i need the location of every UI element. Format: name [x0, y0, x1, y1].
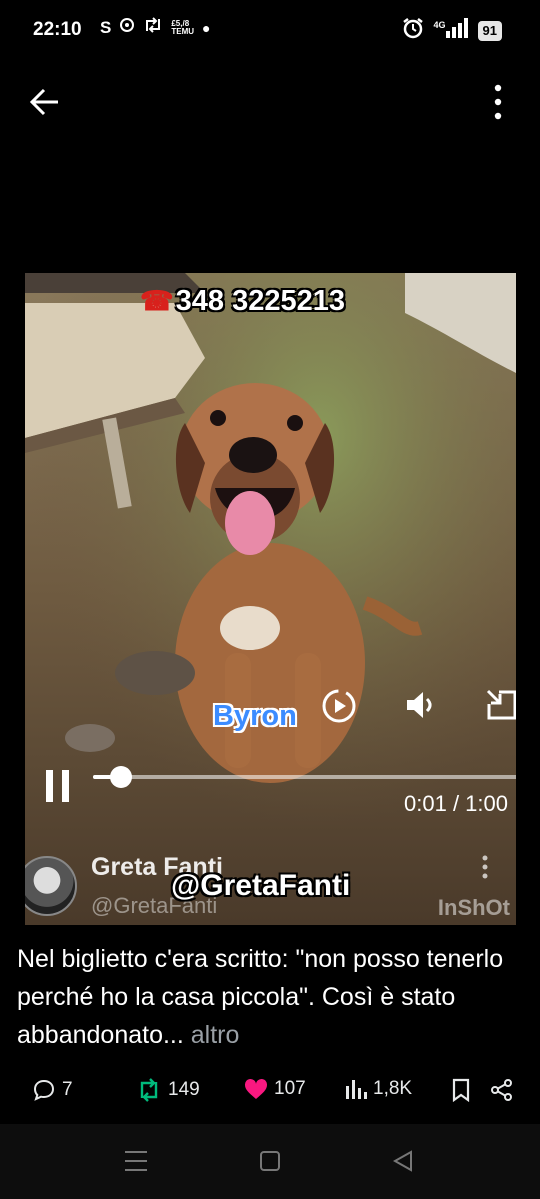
bookmark-button[interactable] [451, 1078, 471, 1102]
battery-indicator: 91 [477, 20, 502, 41]
volume-button[interactable] [403, 688, 437, 727]
post-caption: Nel biglietto c'era scritto: "non posso … [17, 940, 522, 1054]
status-right: 4G 91 [402, 17, 502, 44]
comment-icon [33, 1079, 55, 1101]
signal-icon [445, 18, 468, 43]
views-button[interactable]: 1,8K [345, 1078, 412, 1100]
reply-button[interactable]: 7 [32, 1078, 73, 1102]
more-options-button[interactable] [486, 84, 510, 120]
handle-overlay: @GretaFanti [171, 869, 351, 902]
repost-button[interactable]: 149 [136, 1078, 200, 1102]
replay-icon [322, 689, 356, 723]
action-bar: 7 149 107 1,8K [0, 1070, 540, 1114]
progress-knob[interactable] [109, 766, 132, 788]
repost-icon [140, 1078, 158, 1102]
home-button[interactable] [259, 1150, 281, 1177]
back-button[interactable] [28, 84, 68, 120]
video-player[interactable]: ☎ 348 3225213 Byron 0:01 / 1:00 Greta Fa… [25, 273, 516, 925]
dot-icon: ● [202, 19, 211, 36]
network-type: 4G [433, 19, 446, 30]
vertical-dots-icon [494, 84, 502, 120]
menu-lines-icon [125, 1151, 147, 1171]
picture-in-picture-button[interactable] [485, 688, 516, 727]
phone-number-text: 348 3225213 [175, 285, 345, 317]
video-more-button[interactable] [480, 855, 490, 879]
phone-overlay: ☎ 348 3225213 [140, 285, 345, 318]
status-notification-icons: S £5,/8 TEMU ● [100, 17, 210, 38]
share-icon [491, 1079, 512, 1101]
share-button[interactable] [490, 1078, 514, 1102]
reply-count: 7 [62, 1079, 73, 1100]
expand-icon [486, 689, 516, 720]
caption-text: Nel biglietto c'era scritto: "non posso … [17, 945, 504, 1049]
heart-icon [244, 1078, 268, 1099]
triangle-back-icon [392, 1150, 412, 1172]
square-icon [260, 1151, 280, 1171]
pause-icon [46, 770, 69, 802]
chat-bubble-icon [119, 17, 135, 38]
repost-count: 149 [168, 1079, 200, 1100]
dog-name-overlay: Byron [213, 700, 297, 732]
back-nav-button[interactable] [392, 1150, 414, 1177]
dog-video-frame [25, 273, 516, 925]
speaker-icon [407, 692, 432, 718]
show-more-link[interactable]: altro [184, 1021, 240, 1049]
replay-button[interactable] [321, 688, 357, 729]
temu-notification-text: £5,/8 TEMU [171, 18, 195, 36]
bookmark-icon [452, 1078, 470, 1102]
like-count: 107 [274, 1078, 306, 1099]
telephone-icon: ☎ [140, 286, 174, 316]
system-nav-bar [0, 1124, 540, 1199]
status-bar: 22:10 S £5,/8 TEMU ● 4G 91 [0, 0, 540, 62]
recent-apps-button[interactable] [124, 1150, 148, 1177]
retweet-icon [143, 17, 163, 38]
progress-bar[interactable] [93, 766, 516, 788]
vertical-dots-icon [482, 855, 488, 879]
view-count: 1,8K [373, 1078, 413, 1099]
status-time: 22:10 [33, 19, 82, 40]
bar-chart-icon [346, 1080, 367, 1099]
like-button[interactable]: 107 [244, 1078, 306, 1100]
time-readout: 0:01 / 1:00 [404, 791, 508, 816]
pause-button[interactable] [44, 770, 72, 802]
skype-icon: S [100, 17, 112, 37]
arrow-left-icon [29, 88, 58, 116]
alarm-icon [402, 17, 424, 44]
inshot-watermark: InShOt [437, 895, 510, 920]
